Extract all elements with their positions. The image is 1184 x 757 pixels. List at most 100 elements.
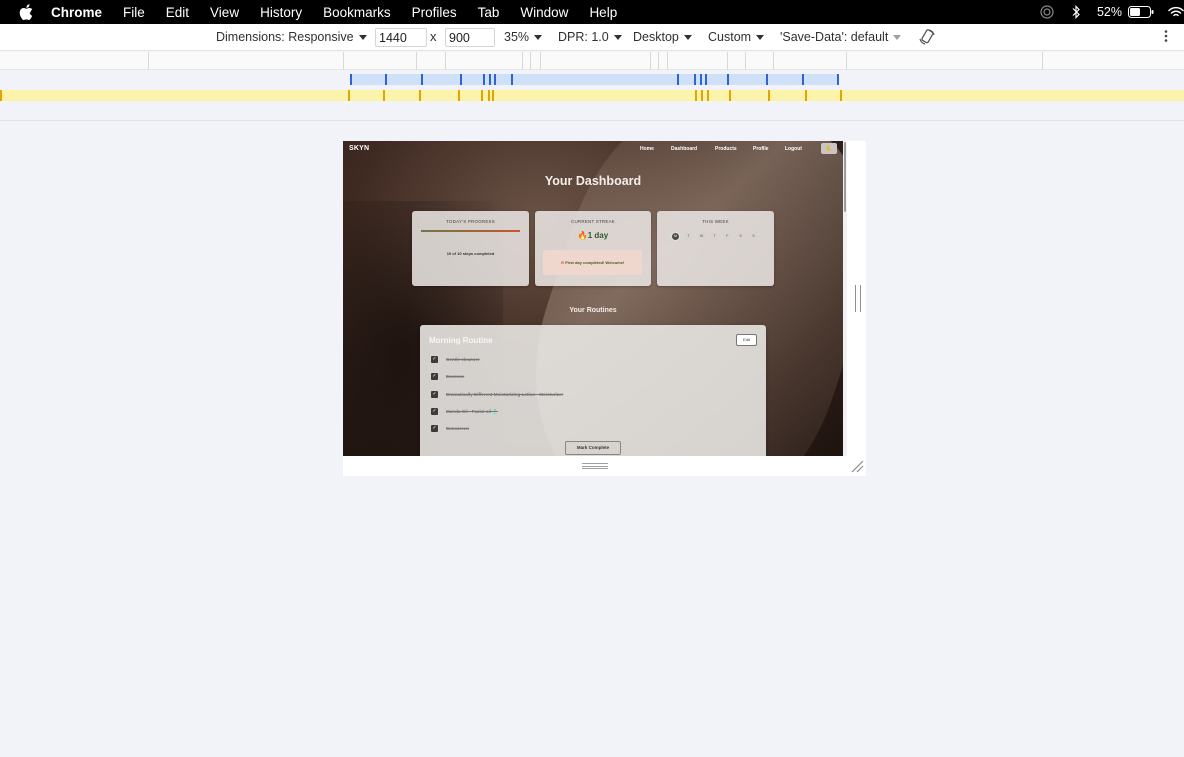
chevron-down-icon xyxy=(683,34,692,40)
routine-step[interactable]: ✓ Gentle cleanser xyxy=(431,356,480,363)
day-tue: T xyxy=(684,232,693,241)
routine-step[interactable]: ✓ Sunscreen xyxy=(431,425,469,432)
streak-note: ✉ First day completed! Welcome! xyxy=(543,250,642,275)
streak-note-text: First day completed! Welcome! xyxy=(565,260,625,265)
battery-icon xyxy=(1128,6,1154,18)
chevron-down-icon xyxy=(893,34,902,40)
checkbox-checked-icon[interactable]: ✓ xyxy=(431,408,438,415)
week-label: THIS WEEK xyxy=(702,219,729,224)
menu-app-chrome[interactable]: Chrome xyxy=(51,5,102,20)
macos-menu-bar: Chrome File Edit View History Bookmarks … xyxy=(0,0,1184,24)
menu-profiles[interactable]: Profiles xyxy=(412,5,457,20)
throttling-label: Custom xyxy=(708,30,752,44)
dpr-dropdown[interactable]: DPR: 1.0 xyxy=(558,30,622,44)
streak-card: CURRENT STREAK 🔥1 day ✉ First day comple… xyxy=(535,211,651,286)
chevron-down-icon xyxy=(358,34,367,40)
site-logo[interactable]: SKYN xyxy=(349,145,369,152)
edit-routine-button[interactable]: Edit xyxy=(736,334,757,346)
checkbox-checked-icon[interactable]: ✓ xyxy=(431,425,438,432)
viewport-scrollbar-thumb[interactable] xyxy=(844,142,846,212)
menu-history[interactable]: History xyxy=(260,5,302,20)
week-days: M T W T F S S xyxy=(671,232,762,241)
dimensions-dropdown[interactable]: Dimensions: Responsive xyxy=(216,30,367,44)
menu-tab[interactable]: Tab xyxy=(478,5,500,20)
day-thu: T xyxy=(710,232,719,241)
width-resize-handle[interactable] xyxy=(855,285,861,312)
menu-edit[interactable]: Edit xyxy=(166,5,189,20)
week-card: THIS WEEK M T W T F S S xyxy=(657,211,774,286)
theme-toggle-button[interactable] xyxy=(821,143,837,154)
step-label: Sunscreen xyxy=(446,426,470,431)
airdrop-icon[interactable] xyxy=(1039,4,1055,20)
width-input[interactable] xyxy=(375,28,427,47)
device-toolbar: Dimensions: Responsive x 35% DPR: 1.0 De… xyxy=(0,24,1184,51)
height-resize-handle[interactable] xyxy=(582,463,608,469)
menu-help[interactable]: Help xyxy=(589,5,617,20)
mark-complete-button[interactable]: Mark Complete xyxy=(565,441,621,455)
dpr-label: DPR: 1.0 xyxy=(558,30,609,44)
routine-step[interactable]: ✓ Marula Oil - Facial oil 🧴 xyxy=(431,408,498,415)
nav-dashboard[interactable]: Dashboard xyxy=(671,146,697,152)
routine-step[interactable]: ✓ Essence xyxy=(431,373,464,380)
nav-products[interactable]: Products xyxy=(715,146,737,152)
step-label: Gentle cleanser xyxy=(446,357,480,362)
day-mon: M xyxy=(671,232,680,241)
corner-resize-icon[interactable] xyxy=(850,459,864,473)
envelope-icon: ✉ xyxy=(560,260,565,265)
progress-bar xyxy=(421,230,520,232)
menu-view[interactable]: View xyxy=(210,5,239,20)
step-label: Marula Oil - Facial oil 🧴 xyxy=(446,408,498,414)
save-data-dropdown[interactable]: 'Save-Data': default xyxy=(780,30,902,44)
day-sun: S xyxy=(749,232,758,241)
progress-text: 10 of 10 steps completed xyxy=(446,251,495,256)
day-sat: S xyxy=(736,232,745,241)
emulated-viewport[interactable]: SKYN Home Dashboard Products Profile Log… xyxy=(343,141,843,456)
chevron-down-icon xyxy=(756,34,765,40)
zoom-label: 35% xyxy=(504,30,530,44)
streak-label: CURRENT STREAK xyxy=(571,219,615,224)
day-fri: F xyxy=(723,232,732,241)
bluetooth-icon[interactable] xyxy=(1071,5,1081,19)
routines-title: Your Routines xyxy=(569,307,617,314)
checkbox-checked-icon[interactable]: ✓ xyxy=(431,373,438,380)
dashboard-title: Your Dashboard xyxy=(544,174,642,188)
rotate-icon[interactable] xyxy=(918,28,936,46)
height-input[interactable] xyxy=(445,28,495,47)
progress-card: TODAY'S PROGRESS 10 of 10 steps complete… xyxy=(412,211,529,286)
zoom-dropdown[interactable]: 35% xyxy=(504,30,543,44)
menu-window[interactable]: Window xyxy=(520,5,568,20)
routine-card: Morning Routine Edit ✓ Gentle cleanser ✓… xyxy=(420,325,766,456)
checkbox-checked-icon[interactable]: ✓ xyxy=(431,391,438,398)
step-label: Dramatically Different Moisturizing Loti… xyxy=(446,392,564,397)
device-type-label: Desktop xyxy=(633,30,679,44)
day-wed: W xyxy=(697,232,706,241)
device-type-dropdown[interactable]: Desktop xyxy=(633,30,692,44)
checkbox-checked-icon[interactable]: ✓ xyxy=(431,356,438,363)
device-ruler[interactable] xyxy=(0,52,1184,70)
chevron-down-icon xyxy=(534,34,543,40)
menu-bookmarks[interactable]: Bookmarks xyxy=(323,5,391,20)
more-options-icon[interactable] xyxy=(1163,29,1169,43)
nav-logout[interactable]: Logout xyxy=(785,146,802,152)
menu-file[interactable]: File xyxy=(123,5,145,20)
chevron-down-icon xyxy=(613,34,622,40)
throttling-dropdown[interactable]: Custom xyxy=(708,30,765,44)
step-label: Essence xyxy=(446,374,465,379)
streak-days: 1 day xyxy=(587,231,609,240)
battery-percent: 52% xyxy=(1096,5,1122,19)
dimensions-label: Dimensions: Responsive xyxy=(216,30,354,44)
wifi-icon[interactable] xyxy=(1168,6,1184,18)
site-navbar: SKYN Home Dashboard Products Profile Log… xyxy=(343,141,843,157)
save-data-label: 'Save-Data': default xyxy=(780,30,889,44)
nav-profile[interactable]: Profile xyxy=(753,146,769,152)
routine-step[interactable]: ✓ Dramatically Different Moisturizing Lo… xyxy=(431,391,563,398)
apple-logo-icon[interactable] xyxy=(19,4,35,20)
toolbar-divider xyxy=(0,120,1184,121)
moon-icon xyxy=(826,145,832,151)
streak-value: 🔥1 day xyxy=(535,231,651,240)
media-query-bar-min-max[interactable] xyxy=(0,90,1184,101)
battery-status[interactable]: 52% xyxy=(1097,5,1154,19)
media-query-bar-max-width[interactable] xyxy=(350,74,838,85)
nav-home[interactable]: Home xyxy=(640,146,654,152)
routine-title: Morning Routine xyxy=(429,336,493,345)
